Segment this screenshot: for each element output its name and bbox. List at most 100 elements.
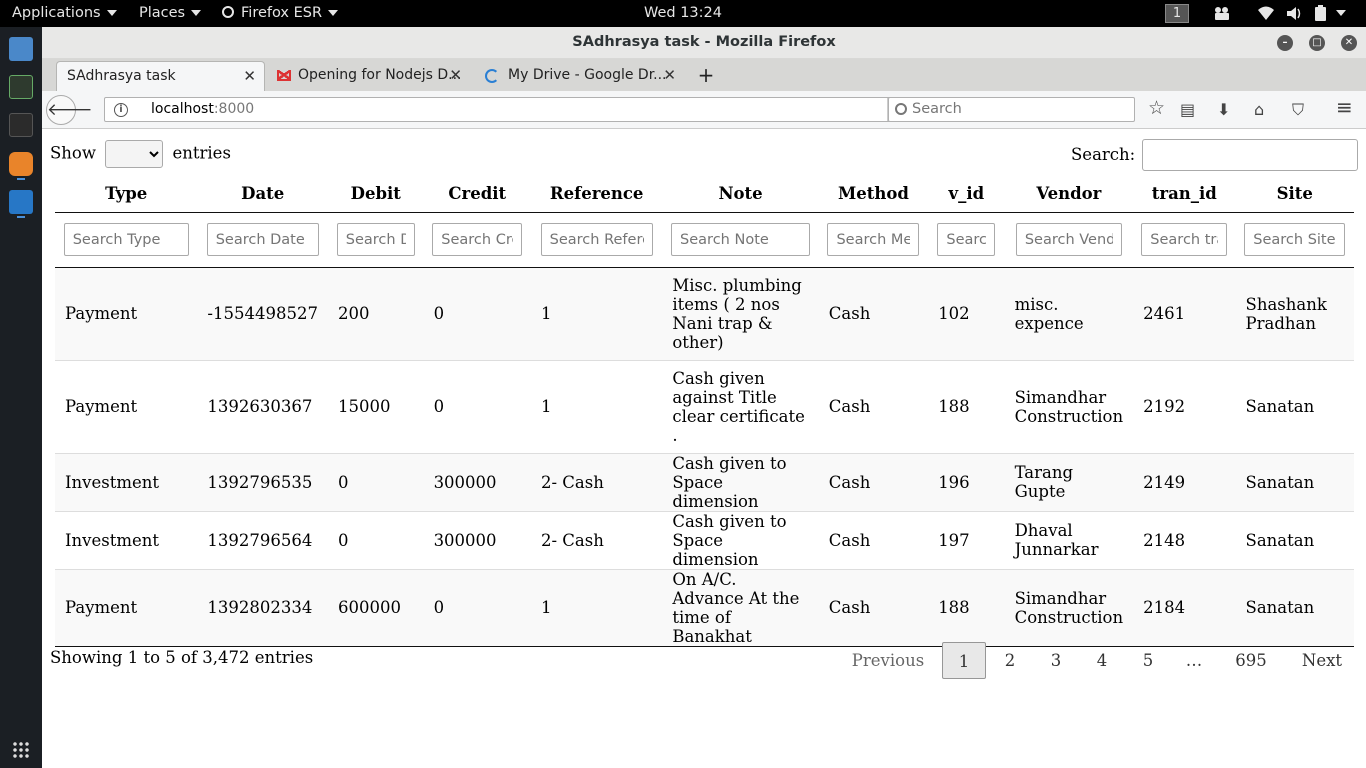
table-cell: 1 xyxy=(530,360,663,454)
column-header[interactable]: Method xyxy=(818,175,929,213)
loading-icon xyxy=(485,69,499,83)
table-cell: 300000 xyxy=(423,453,531,512)
places-menu[interactable]: Places xyxy=(139,0,202,27)
close-tab-icon[interactable]: ✕ xyxy=(449,61,462,89)
column-filter-input[interactable] xyxy=(206,223,319,256)
table-cell: Cash xyxy=(818,360,929,454)
menu-icon[interactable]: ≡ xyxy=(1336,97,1353,117)
firefox-app-menu[interactable]: Firefox ESR xyxy=(222,0,339,27)
system-menu-chevron-icon[interactable] xyxy=(1336,0,1346,27)
page-button[interactable]: 4 xyxy=(1080,642,1124,679)
downloads-icon[interactable]: ⬇ xyxy=(1217,101,1230,119)
info-icon[interactable]: i xyxy=(114,103,128,117)
table-row[interactable]: Payment 1392802334 600000 0 1 On A/C. Advance… xyxy=(55,569,1354,647)
table-cell: 0 xyxy=(423,569,531,647)
battery-icon[interactable] xyxy=(1313,0,1329,27)
clock[interactable]: Wed 13:24 xyxy=(0,0,1366,27)
chevron-down-icon xyxy=(328,10,339,16)
entries-select[interactable] xyxy=(105,140,164,168)
table-cell: Cash given to Space dimension xyxy=(662,511,819,570)
tab-sadhrasya[interactable]: SAdhrasya task ✕ xyxy=(56,61,265,91)
volume-icon[interactable] xyxy=(1285,0,1303,27)
url-bar[interactable]: i localhost:8000 ↻ xyxy=(104,97,920,122)
column-filter-input[interactable] xyxy=(63,223,189,256)
terminal-icon[interactable] xyxy=(9,113,33,137)
page-button[interactable]: 3 xyxy=(1034,642,1078,679)
gmail-icon xyxy=(277,70,291,81)
column-filter-input[interactable] xyxy=(432,223,523,256)
table-cell: Payment xyxy=(55,569,198,647)
table-row[interactable]: Payment 1392630367 15000 0 1 Cash given again… xyxy=(55,360,1354,454)
length-control: Show entries xyxy=(50,140,231,168)
table-row[interactable]: Investment 1392796564 0 300000 2- Cash Cash g… xyxy=(55,511,1354,570)
next-button[interactable]: Next xyxy=(1294,642,1350,679)
table-cell: 1392630367 xyxy=(197,360,328,454)
column-header[interactable]: Debit xyxy=(327,175,424,213)
table-cell: Investment xyxy=(55,511,198,570)
tab-gmail[interactable]: Opening for Nodejs D... ✕ xyxy=(268,61,470,91)
page-button[interactable]: 695 xyxy=(1224,642,1278,679)
table-cell: 15000 xyxy=(327,360,424,454)
workspace-indicator[interactable]: 1 xyxy=(1165,4,1189,23)
column-header[interactable]: Type xyxy=(55,175,198,213)
search-icon xyxy=(895,103,907,115)
column-filter-input[interactable] xyxy=(1244,223,1346,256)
column-header[interactable]: tran_id xyxy=(1133,175,1236,213)
column-filter-input[interactable] xyxy=(671,223,811,256)
files-icon[interactable] xyxy=(9,37,33,61)
previous-button[interactable]: Previous xyxy=(842,642,934,679)
filter-cell xyxy=(327,212,424,268)
column-filter-input[interactable] xyxy=(937,223,996,256)
search-label: Search: xyxy=(1071,145,1136,164)
home-icon[interactable]: ⌂ xyxy=(1254,101,1264,119)
bookmark-star-icon[interactable]: ☆ xyxy=(1148,99,1165,118)
close-tab-icon[interactable]: ✕ xyxy=(243,62,256,90)
column-filter-input[interactable] xyxy=(540,223,653,256)
column-header[interactable]: Site xyxy=(1235,175,1354,213)
maximize-icon[interactable]: □ xyxy=(1309,35,1325,51)
running-indicator xyxy=(17,216,25,218)
pocket-icon[interactable]: ⛉ xyxy=(1292,101,1304,119)
search-bar[interactable]: Search xyxy=(888,97,1135,122)
vscode-icon[interactable] xyxy=(9,190,33,214)
column-header[interactable]: Credit xyxy=(423,175,531,213)
page-button[interactable]: 5 xyxy=(1126,642,1170,679)
page-button[interactable]: 2 xyxy=(988,642,1032,679)
search-placeholder: Search xyxy=(912,101,962,117)
column-header[interactable]: Date xyxy=(197,175,328,213)
tab-google-drive[interactable]: My Drive - Google Dr... ✕ xyxy=(478,61,684,91)
show-label: Show xyxy=(50,143,96,163)
back-button[interactable]: 🡐 xyxy=(46,95,93,125)
table-cell: On A/C. Advance At the time of Banakhat xyxy=(662,569,819,647)
column-filter-input[interactable] xyxy=(336,223,415,256)
new-tab-button[interactable]: + xyxy=(694,61,718,91)
system-monitor-icon[interactable] xyxy=(9,75,33,99)
window-titlebar: SAdhrasya task - Mozilla Firefox – □ ✕ xyxy=(42,27,1366,59)
filter-cell xyxy=(55,212,198,268)
column-filter-input[interactable] xyxy=(1141,223,1228,256)
close-tab-icon[interactable]: ✕ xyxy=(663,61,676,89)
column-header[interactable]: v_id xyxy=(928,175,1005,213)
reading-list-icon[interactable]: ▤ xyxy=(1180,101,1195,119)
table-row[interactable]: Investment 1392796535 0 300000 2- Cash Cash g… xyxy=(55,453,1354,512)
close-icon[interactable]: ✕ xyxy=(1341,35,1357,51)
entries-label: entries xyxy=(172,143,231,163)
applications-menu[interactable]: Applications xyxy=(12,0,117,27)
column-header[interactable]: Vendor xyxy=(1004,175,1134,213)
table-info: Showing 1 to 5 of 3,472 entries xyxy=(50,648,314,667)
page-button[interactable]: 1 xyxy=(942,642,986,679)
column-header[interactable]: Reference xyxy=(530,175,663,213)
table-row[interactable]: Payment -1554498527 200 0 1 Misc. plumbing it… xyxy=(55,267,1354,361)
table-cell: -1554498527 xyxy=(197,267,328,361)
video-icon[interactable] xyxy=(1213,0,1231,27)
column-filter-input[interactable] xyxy=(1015,223,1122,256)
column-filter-input[interactable] xyxy=(827,223,920,256)
table-cell: 200 xyxy=(327,267,424,361)
column-header[interactable]: Note xyxy=(662,175,819,213)
show-applications-icon[interactable] xyxy=(12,741,30,759)
postman-icon[interactable] xyxy=(9,152,33,176)
minimize-icon[interactable]: – xyxy=(1277,35,1293,51)
wifi-icon[interactable] xyxy=(1257,0,1275,27)
table-cell: 300000 xyxy=(423,511,531,570)
table-search-input[interactable] xyxy=(1142,139,1358,171)
